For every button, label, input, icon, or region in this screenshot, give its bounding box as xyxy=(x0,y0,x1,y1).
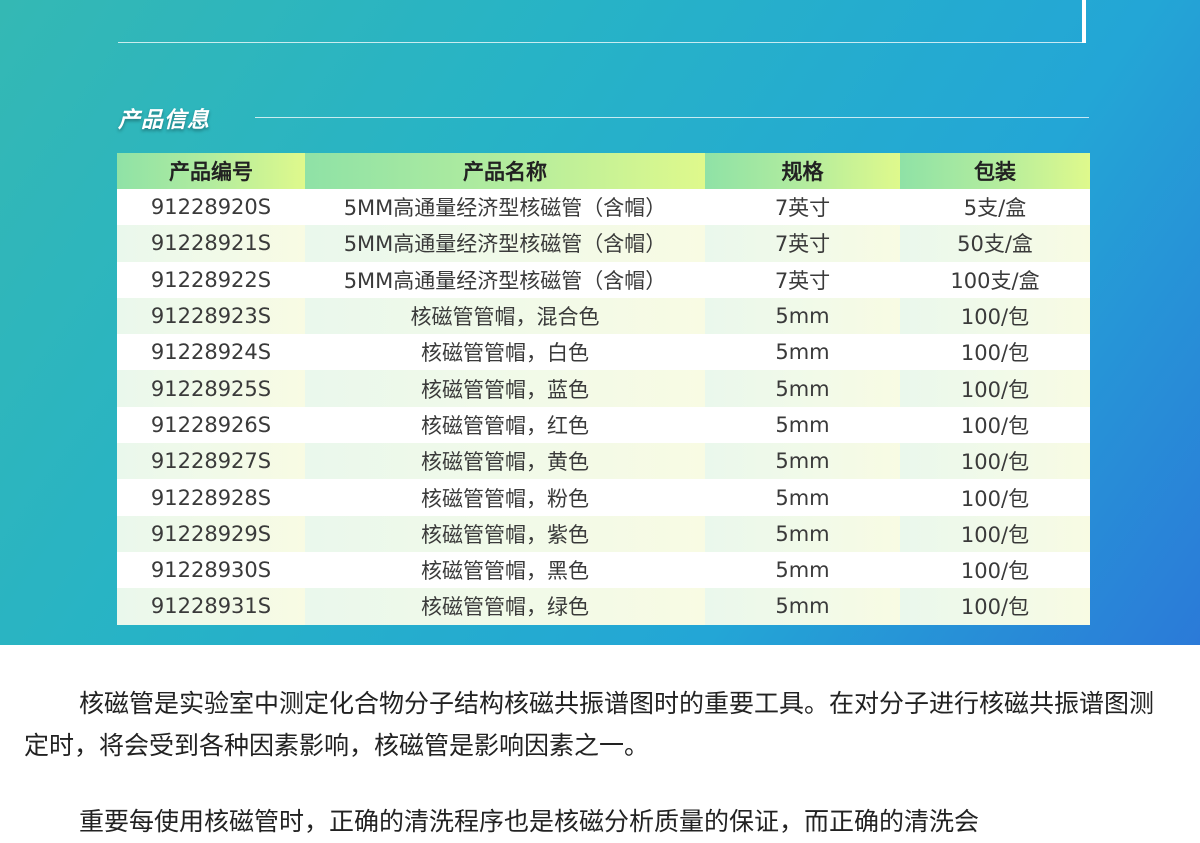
banner-top-divider xyxy=(118,42,1086,43)
cell-product-code: 91228926S xyxy=(117,406,305,444)
product-banner: 产品信息 产品编号 产品名称 规格 包装 91228920S 5MM高通量经济型… xyxy=(0,0,1200,645)
description-paragraph-1: 核磁管是实验室中测定化合物分子结构核磁共振谱图时的重要工具。在对分子进行核磁共振… xyxy=(24,689,1155,760)
description-paragraph-2: 重要每使用核磁管时，正确的清洗程序也是核磁分析质量的保证，而正确的清洗会 xyxy=(79,807,980,836)
cell-product-code: 91228921S xyxy=(117,225,305,262)
cell-spec: 5mm xyxy=(705,406,900,444)
header-packaging: 包装 xyxy=(900,153,1090,189)
cell-product-name: 核磁管管帽，粉色 xyxy=(305,479,705,516)
cell-product-name: 5MM高通量经济型核磁管（含帽） xyxy=(305,261,705,298)
cell-product-code: 91228930S xyxy=(117,551,305,589)
cell-spec: 5mm xyxy=(705,370,900,407)
cell-packaging: 100/包 xyxy=(900,551,1090,589)
table-row: 91228929S 核磁管管帽，紫色 5mm 100/包 xyxy=(117,515,1090,552)
cell-product-name: 核磁管管帽，绿色 xyxy=(305,588,705,625)
cell-product-name: 核磁管管帽，黄色 xyxy=(305,443,705,480)
cell-packaging: 100/包 xyxy=(900,297,1090,335)
cell-product-code: 91228922S xyxy=(117,261,305,298)
cell-product-code: 91228927S xyxy=(117,443,305,480)
cell-packaging: 100/包 xyxy=(900,334,1090,371)
cell-product-name: 核磁管管帽，紫色 xyxy=(305,515,705,552)
cell-product-name: 5MM高通量经济型核磁管（含帽） xyxy=(305,225,705,262)
table-row: 91228930S 核磁管管帽，黑色 5mm 100/包 xyxy=(117,551,1090,589)
table-row: 91228925S 核磁管管帽，蓝色 5mm 100/包 xyxy=(117,370,1090,407)
section-title: 产品信息 xyxy=(118,108,211,133)
cell-product-code: 91228920S xyxy=(117,189,305,226)
cell-product-name: 核磁管管帽，蓝色 xyxy=(305,370,705,407)
cell-spec: 5mm xyxy=(705,334,900,371)
cell-product-name: 核磁管管帽，红色 xyxy=(305,406,705,444)
cell-packaging: 100/包 xyxy=(900,515,1090,552)
banner-top-vertical-divider xyxy=(1082,0,1086,43)
cell-spec: 5mm xyxy=(705,297,900,335)
cell-product-code: 91228925S xyxy=(117,370,305,407)
cell-product-name: 核磁管管帽，混合色 xyxy=(305,297,705,335)
cell-product-code: 91228928S xyxy=(117,479,305,516)
product-table: 产品编号 产品名称 规格 包装 91228920S 5MM高通量经济型核磁管（含… xyxy=(117,153,1090,625)
section-title-divider xyxy=(255,117,1089,118)
cell-packaging: 100/包 xyxy=(900,588,1090,625)
cell-spec: 7英寸 xyxy=(705,189,900,226)
cell-product-code: 91228924S xyxy=(117,334,305,371)
cell-product-code: 91228923S xyxy=(117,297,305,335)
header-product-code: 产品编号 xyxy=(117,153,305,189)
header-product-name: 产品名称 xyxy=(305,153,705,189)
cell-packaging: 100/包 xyxy=(900,443,1090,480)
cell-packaging: 100支/盒 xyxy=(900,261,1090,298)
table-row: 91228920S 5MM高通量经济型核磁管（含帽） 7英寸 5支/盒 xyxy=(117,189,1090,226)
cell-spec: 7英寸 xyxy=(705,225,900,262)
cell-product-name: 5MM高通量经济型核磁管（含帽） xyxy=(305,189,705,226)
table-row: 91228926S 核磁管管帽，红色 5mm 100/包 xyxy=(117,406,1090,444)
cell-packaging: 100/包 xyxy=(900,479,1090,516)
table-row: 91228931S 核磁管管帽，绿色 5mm 100/包 xyxy=(117,588,1090,625)
cell-packaging: 100/包 xyxy=(900,406,1090,444)
table-header-row: 产品编号 产品名称 规格 包装 xyxy=(117,153,1090,189)
table-row: 91228927S 核磁管管帽，黄色 5mm 100/包 xyxy=(117,443,1090,480)
cell-packaging: 50支/盒 xyxy=(900,225,1090,262)
table-row: 91228923S 核磁管管帽，混合色 5mm 100/包 xyxy=(117,297,1090,335)
cell-spec: 5mm xyxy=(705,515,900,552)
cell-product-code: 91228929S xyxy=(117,515,305,552)
table-row: 91228921S 5MM高通量经济型核磁管（含帽） 7英寸 50支/盒 xyxy=(117,225,1090,262)
cell-spec: 5mm xyxy=(705,479,900,516)
cell-spec: 7英寸 xyxy=(705,261,900,298)
header-spec: 规格 xyxy=(705,153,900,189)
cell-packaging: 100/包 xyxy=(900,370,1090,407)
table-row: 91228924S 核磁管管帽，白色 5mm 100/包 xyxy=(117,334,1090,371)
cell-product-code: 91228931S xyxy=(117,588,305,625)
cell-spec: 5mm xyxy=(705,443,900,480)
cell-spec: 5mm xyxy=(705,588,900,625)
cell-product-name: 核磁管管帽，黑色 xyxy=(305,551,705,589)
table-row: 91228922S 5MM高通量经济型核磁管（含帽） 7英寸 100支/盒 xyxy=(117,261,1090,298)
cell-packaging: 5支/盒 xyxy=(900,189,1090,226)
cell-product-name: 核磁管管帽，白色 xyxy=(305,334,705,371)
table-row: 91228928S 核磁管管帽，粉色 5mm 100/包 xyxy=(117,479,1090,516)
cell-spec: 5mm xyxy=(705,551,900,589)
